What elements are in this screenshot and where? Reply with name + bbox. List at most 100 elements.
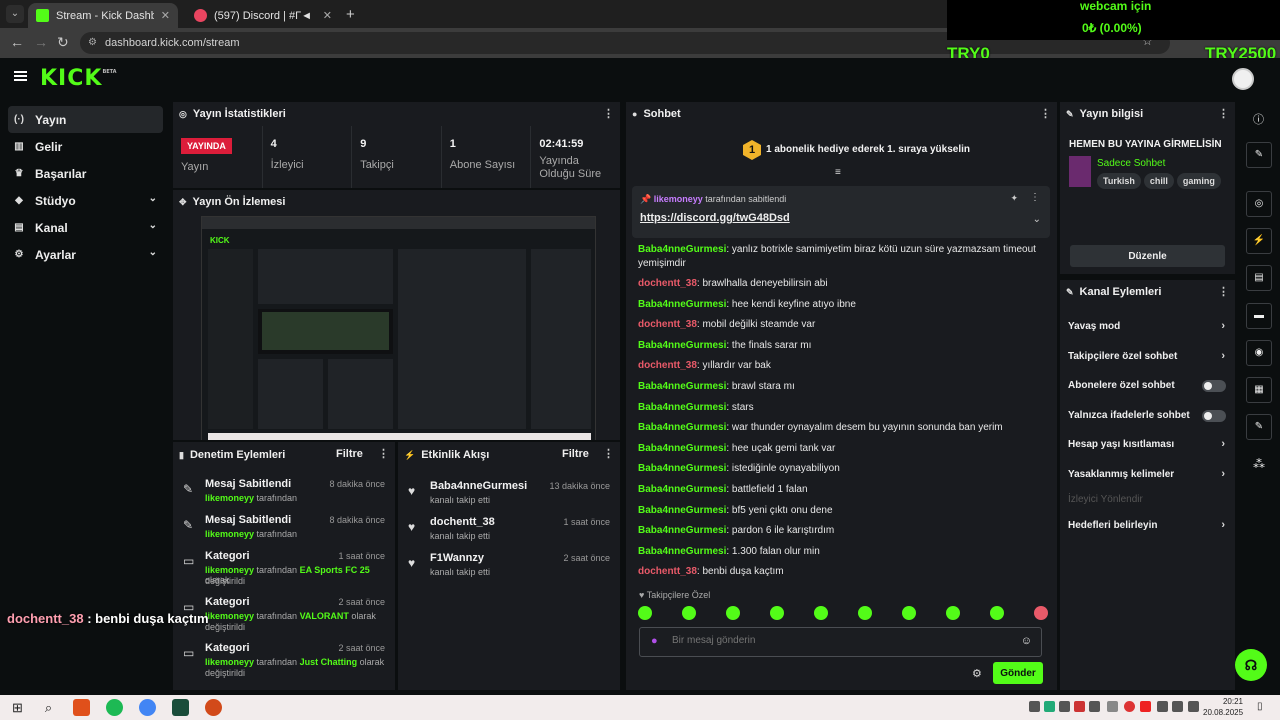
document-icon[interactable]: ▤: [1246, 265, 1272, 291]
menu-icon[interactable]: [14, 71, 27, 81]
stream-category[interactable]: Sadece Sohbet: [1097, 158, 1165, 169]
microphone-icon[interactable]: [1157, 701, 1168, 712]
emote-icon[interactable]: [990, 606, 1004, 620]
emote-icon[interactable]: [726, 606, 740, 620]
sidebar-item-kanal[interactable]: ▤ Kanal ⌄: [8, 214, 163, 241]
back-icon[interactable]: ←: [10, 34, 24, 50]
more-options-icon[interactable]: ⋮: [378, 447, 389, 460]
followers-only-row[interactable]: Takipçilere özel sohbet ›: [1060, 342, 1235, 372]
sidebar-item-basarilar[interactable]: ♛ Başarılar: [8, 160, 163, 187]
emote-icon[interactable]: [902, 606, 916, 620]
follower-name[interactable]: F1Wannzy: [430, 552, 484, 564]
chat-username[interactable]: Baba4nneGurmesi: [638, 402, 726, 413]
emote-icon[interactable]: [638, 606, 652, 620]
wrench-icon[interactable]: ✎: [1246, 414, 1272, 440]
follower-name[interactable]: dochentt_38: [430, 516, 495, 528]
chat-username[interactable]: Baba4nneGurmesi: [638, 484, 726, 495]
kick-app-icon[interactable]: [172, 699, 189, 716]
emotes-only-toggle[interactable]: [1202, 409, 1226, 422]
taskbar-clock[interactable]: 20:21 20.08.2025: [1203, 696, 1243, 718]
user-link[interactable]: likemoneyy: [205, 529, 254, 539]
lightning-icon[interactable]: ⚡: [1246, 228, 1272, 254]
tray-icon[interactable]: [1044, 701, 1055, 712]
apps-icon[interactable]: ⁂: [1253, 457, 1265, 471]
emoji-icon[interactable]: ☺: [1021, 635, 1032, 647]
chat-username[interactable]: Baba4nneGurmesi: [638, 244, 726, 255]
set-goals-row[interactable]: Hedefleri belirleyin ›: [1060, 511, 1235, 541]
chat-username[interactable]: Baba4nneGurmesi: [638, 299, 726, 310]
stream-preview-video[interactable]: KICK: [201, 216, 596, 440]
chat-username[interactable]: dochentt_38: [638, 566, 697, 577]
chat-username[interactable]: Baba4nneGurmesi: [638, 422, 726, 433]
stream-tag[interactable]: chill: [1143, 173, 1174, 189]
chat-username[interactable]: Baba4nneGurmesi: [638, 340, 726, 351]
battery-icon[interactable]: [1188, 701, 1199, 712]
subscribers-only-toggle[interactable]: [1202, 380, 1226, 392]
chevron-down-icon[interactable]: ⌄: [1033, 214, 1041, 225]
filter-button[interactable]: Filtre: [562, 448, 589, 460]
microphone-icon[interactable]: ●: [651, 635, 658, 647]
emote-icon[interactable]: [1034, 606, 1048, 620]
category-link[interactable]: EA Sports FC 25: [300, 565, 370, 575]
avatar[interactable]: [1232, 68, 1254, 90]
emote-icon[interactable]: [770, 606, 784, 620]
tray-icon[interactable]: [1089, 701, 1100, 712]
sub-goal-banner[interactable]: 1 1 abonelik hediye ederek 1. sıraya yük…: [626, 126, 1057, 181]
user-link[interactable]: likemoneyy: [205, 657, 254, 667]
more-options-icon[interactable]: ⋮: [1040, 107, 1051, 120]
windows-start-icon[interactable]: ⊞: [9, 699, 26, 716]
info-icon[interactable]: ⓘ: [1253, 111, 1264, 127]
sidebar-item-yayin[interactable]: (·) Yayın: [8, 106, 163, 133]
spotify-icon[interactable]: [106, 699, 123, 716]
notifications-icon[interactable]: ▯: [1257, 701, 1263, 712]
unpin-icon[interactable]: ✦: [1010, 193, 1018, 204]
reload-icon[interactable]: ↻: [57, 34, 69, 51]
chat-bubble-icon[interactable]: ▬: [1246, 303, 1272, 329]
kick-logo[interactable]: KICKBETA: [40, 66, 117, 91]
chat-username[interactable]: Baba4nneGurmesi: [638, 463, 726, 474]
chrome-icon[interactable]: [139, 699, 156, 716]
chat-username[interactable]: dochentt_38: [638, 278, 697, 289]
pinned-user[interactable]: likemoneyy: [654, 194, 703, 204]
chat-input-box[interactable]: ● ☺: [639, 627, 1042, 657]
more-options-icon[interactable]: ⋮: [1218, 107, 1229, 120]
user-link[interactable]: likemoneyy: [205, 565, 254, 575]
tab-kick-dashboard[interactable]: Stream - Kick Dashboard ✕: [28, 3, 178, 28]
edit-button[interactable]: Düzenle: [1070, 245, 1225, 267]
chat-input[interactable]: [672, 635, 1002, 646]
close-tab-icon[interactable]: ✕: [323, 9, 332, 22]
chat-username[interactable]: dochentt_38: [638, 360, 697, 371]
sidebar-item-ayarlar[interactable]: ⚙ Ayarlar ⌄: [8, 241, 163, 268]
category-link[interactable]: Just Chatting: [300, 657, 358, 667]
more-options-icon[interactable]: ⋮: [603, 107, 614, 120]
sidebar-item-gelir[interactable]: ▥ Gelir: [8, 133, 163, 160]
pinned-link[interactable]: https://discord.gg/twG48Dsd: [640, 212, 790, 224]
chat-username[interactable]: Baba4nneGurmesi: [638, 525, 726, 536]
chat-username[interactable]: Baba4nneGurmesi: [638, 546, 726, 557]
chat-settings-icon[interactable]: ⚙: [972, 667, 982, 680]
more-options-icon[interactable]: ⋮: [603, 447, 614, 460]
tray-icon[interactable]: [1107, 701, 1118, 712]
office-icon[interactable]: [73, 699, 90, 716]
tray-icon[interactable]: [1059, 701, 1070, 712]
emote-icon[interactable]: [814, 606, 828, 620]
send-button[interactable]: Gönder: [993, 662, 1043, 684]
broadcast-icon[interactable]: ◉: [1246, 340, 1272, 366]
close-tab-icon[interactable]: ✕: [161, 9, 170, 22]
stream-tag[interactable]: gaming: [1176, 173, 1221, 189]
new-tab-icon[interactable]: +: [346, 6, 355, 23]
chat-username[interactable]: Baba4nneGurmesi: [638, 381, 726, 392]
chat-username[interactable]: dochentt_38: [638, 319, 697, 330]
crosshair-icon[interactable]: ◎: [1246, 191, 1272, 217]
support-icon[interactable]: ☊: [1235, 649, 1267, 681]
sidebar-item-studyo[interactable]: ◆ Stüdyo ⌄: [8, 187, 163, 214]
filter-button[interactable]: Filtre: [336, 448, 363, 460]
tab-discord[interactable]: (597) Discord | #Γ◄ ;duyurulaр→ ✕: [186, 3, 340, 28]
expand-icon[interactable]: ≡: [835, 167, 841, 178]
tray-icon[interactable]: [1140, 701, 1151, 712]
tray-icon[interactable]: [1029, 701, 1040, 712]
site-info-icon[interactable]: ⚙: [88, 32, 97, 54]
tray-icon[interactable]: [1124, 701, 1135, 712]
slow-mode-row[interactable]: Yavaş mod ›: [1060, 312, 1235, 342]
category-link[interactable]: VALORANT: [300, 611, 349, 621]
